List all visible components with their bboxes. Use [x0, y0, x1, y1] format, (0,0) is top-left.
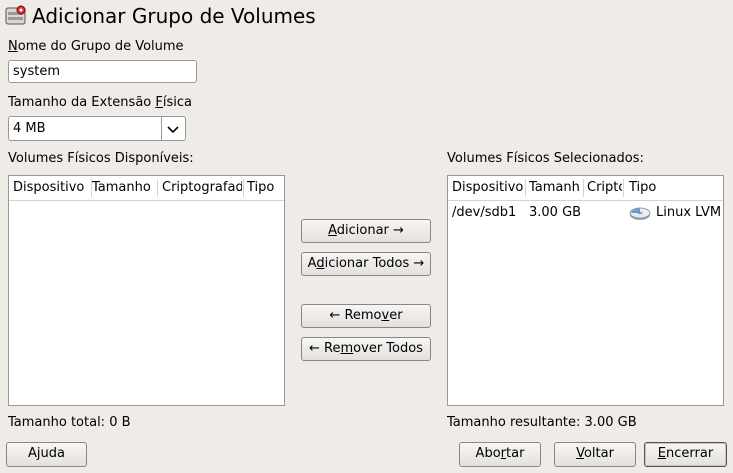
disk-icon: [629, 205, 651, 221]
resulting-size-label: Tamanho resultante: 3.00 GB: [447, 415, 637, 430]
abort-button[interactable]: Abortar: [459, 442, 541, 467]
column-header-encrypted[interactable]: Criptografad: [162, 180, 242, 196]
volume-group-name-input[interactable]: system: [8, 60, 197, 83]
table-header: Dispositivo Tamanho Criptografad Tipo: [9, 176, 284, 201]
column-divider: [157, 179, 158, 197]
selected-volumes-label: Volumes Físicos Selecionados:: [447, 151, 644, 166]
remove-button[interactable]: ← Remover: [301, 304, 431, 328]
yast-app-icon: [5, 5, 27, 27]
available-volumes-table[interactable]: Dispositivo Tamanho Criptografad Tipo: [8, 175, 285, 406]
total-size-label: Tamanho total: 0 B: [8, 415, 131, 430]
extent-size-label: Tamanho da Extensão Física: [8, 95, 192, 110]
row-type: Linux LVM: [656, 205, 722, 220]
add-button[interactable]: Adicionar →: [301, 219, 431, 243]
table-header: Dispositivo Tamanh Cripto Tipo: [448, 176, 723, 201]
row-size: 3.00 GB: [529, 205, 581, 220]
column-header-size[interactable]: Tamanh: [529, 180, 581, 196]
add-all-button[interactable]: Adicionar Todos →: [301, 252, 431, 276]
column-divider: [623, 179, 624, 197]
column-divider: [583, 179, 584, 197]
dialog-title: Adicionar Grupo de Volumes: [32, 4, 316, 28]
column-header-size[interactable]: Tamanho: [92, 180, 156, 196]
extent-size-value: 4 MB: [13, 121, 46, 136]
chevron-down-icon[interactable]: [165, 121, 181, 137]
column-divider: [243, 179, 244, 197]
column-header-type[interactable]: Tipo: [247, 180, 281, 196]
column-header-type[interactable]: Tipo: [629, 180, 669, 196]
table-row[interactable]: /dev/sdb1 3.00 GB Linux LVM: [448, 202, 723, 224]
volume-group-name-label: Nome do Grupo de Volume: [8, 39, 184, 54]
selected-volumes-table[interactable]: Dispositivo Tamanh Cripto Tipo /dev/sdb1…: [447, 175, 724, 406]
help-button[interactable]: Ajuda: [6, 442, 87, 467]
finish-button[interactable]: Encerrar: [644, 442, 727, 467]
column-header-device[interactable]: Dispositivo: [452, 180, 524, 196]
extent-size-select[interactable]: 4 MB: [8, 116, 186, 141]
column-header-encrypted[interactable]: Cripto: [587, 180, 622, 196]
combo-divider: [161, 117, 162, 140]
row-device: /dev/sdb1: [452, 205, 517, 220]
available-volumes-label: Volumes Físicos Disponíveis:: [8, 151, 194, 166]
column-divider: [525, 179, 526, 197]
column-header-device[interactable]: Dispositivo: [13, 180, 89, 196]
remove-all-button[interactable]: ← Remover Todos: [301, 337, 431, 361]
back-button[interactable]: Voltar: [554, 442, 636, 467]
